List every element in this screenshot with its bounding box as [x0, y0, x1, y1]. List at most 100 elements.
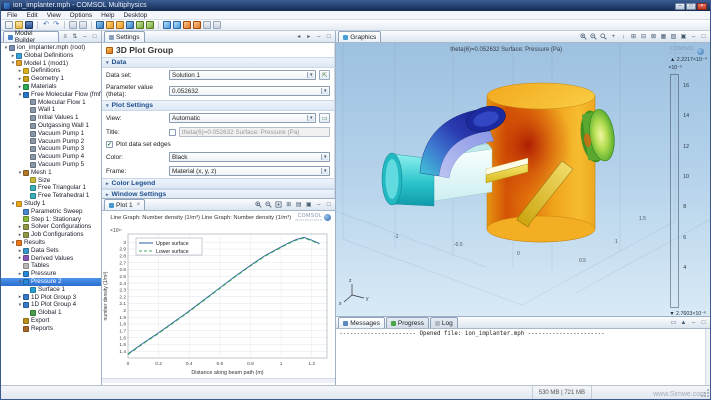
tree-node-ion-implanter-mph-root[interactable]: ▾ion_implanter.mph (root): [1, 44, 101, 52]
tree-node-vacuum-pump-5[interactable]: Vacuum Pump 5: [1, 161, 101, 169]
gfx-zoom-out-button[interactable]: [589, 32, 598, 41]
plot-zoom-in-button[interactable]: [254, 200, 263, 209]
plot-hscrollbar[interactable]: [102, 378, 335, 383]
tree-node-global-definitions[interactable]: ▸Global Definitions: [1, 52, 101, 60]
view-select[interactable]: Automatic ▾: [169, 113, 316, 123]
tree-node-outgassing-wall-1[interactable]: Outgassing Wall 1: [1, 122, 101, 130]
gfx-scene-light-button[interactable]: ▦: [659, 32, 668, 41]
tree-node-pressure[interactable]: ▸Pressure: [1, 270, 101, 278]
redo-icon[interactable]: ↷: [52, 21, 60, 29]
menu-options[interactable]: Options: [70, 11, 92, 20]
tree-node-1d-plot-group-3[interactable]: ▸1D Plot Group 3: [1, 294, 101, 302]
msg-clear-icon[interactable]: ▭: [669, 318, 678, 327]
tree-node-surface-1[interactable]: Surface 1: [1, 286, 101, 294]
model-builder-tab[interactable]: Model Builder: [3, 31, 59, 42]
tree-node-free-triangular-1[interactable]: Free Triangular 1: [1, 184, 101, 192]
tree-node-definitions[interactable]: ▸Definitions: [1, 67, 101, 75]
settings-forward-icon[interactable]: ▸: [304, 32, 313, 41]
section-window-settings[interactable]: ▸ Window Settings: [102, 189, 334, 198]
goto-source-button[interactable]: ⇱: [319, 70, 330, 80]
study-icon[interactable]: [173, 21, 181, 29]
gfx-zoom-box-button[interactable]: +: [609, 32, 618, 41]
open-file-icon[interactable]: [15, 21, 23, 29]
edges-checkbox[interactable]: [106, 141, 113, 148]
tree-node-solver-configurations[interactable]: ▸Solver Configurations: [1, 223, 101, 231]
tree-node-size[interactable]: Size: [1, 177, 101, 185]
color-select[interactable]: Black ▾: [169, 152, 330, 162]
tree-node-export[interactable]: Export: [1, 317, 101, 325]
tree-sort-icon[interactable]: ⇅: [71, 32, 80, 41]
mesh-icon[interactable]: [136, 21, 144, 29]
plot-legend-button[interactable]: ▤: [294, 200, 303, 209]
panel-minimize-icon[interactable]: –: [80, 32, 89, 41]
tab-progress[interactable]: Progress: [386, 317, 429, 328]
geometry-icon[interactable]: [106, 21, 114, 29]
tree-node-parametric-sweep[interactable]: Parametric Sweep: [1, 208, 101, 216]
tree-node-free-tetrahedral-1[interactable]: Free Tetrahedral 1: [1, 192, 101, 200]
frame-select[interactable]: Material (x, y, z) ▾: [169, 166, 330, 176]
tree-node-tables[interactable]: Tables: [1, 262, 101, 270]
tab-log[interactable]: Log: [430, 317, 458, 328]
gfx-view-yz-button[interactable]: ⊟: [639, 32, 648, 41]
gfx-snapshot-button[interactable]: ▣: [679, 32, 688, 41]
results-icon[interactable]: [183, 21, 191, 29]
graphics-scene[interactable]: -1-0.500.511.5 zyx theta(6)=0.052632 Sur…: [336, 43, 710, 316]
plot-zoom-extents-button[interactable]: [274, 200, 283, 209]
msg-warning-icon[interactable]: ▲: [679, 318, 688, 327]
settings-minimize-icon[interactable]: –: [314, 32, 323, 41]
tree-node-free-molecular-flow-fmf[interactable]: ▾Free Molecular Flow (fmf): [1, 91, 101, 99]
physics-icon[interactable]: [126, 21, 134, 29]
plot-maximize-icon[interactable]: □: [324, 200, 333, 209]
plot-minimize-icon[interactable]: –: [314, 200, 323, 209]
maximize-window-button[interactable]: □: [686, 3, 696, 10]
panel-maximize-icon[interactable]: □: [90, 32, 99, 41]
tree-node-data-sets[interactable]: ▸Data Sets: [1, 247, 101, 255]
material-icon[interactable]: [116, 21, 124, 29]
plot1-tab[interactable]: Plot 1 ×: [104, 199, 145, 210]
settings-tab[interactable]: Settings: [104, 31, 145, 42]
tree-node-geometry-1[interactable]: ▸Geometry 1: [1, 75, 101, 83]
menu-file[interactable]: File: [7, 11, 17, 20]
tree-collapse-icon[interactable]: ≡: [61, 32, 70, 41]
gfx-view-xy-button[interactable]: ⊞: [629, 32, 638, 41]
tree-node-vacuum-pump-2[interactable]: Vacuum Pump 2: [1, 138, 101, 146]
options-icon[interactable]: [203, 21, 211, 29]
tree-node-study-1[interactable]: ▾Study 1: [1, 200, 101, 208]
parameter-value-select[interactable]: 0.052632 ▾: [169, 86, 330, 96]
gfx-maximize-icon[interactable]: □: [699, 32, 708, 41]
tree-node-vacuum-pump-1[interactable]: Vacuum Pump 1: [1, 130, 101, 138]
tree-node-step-1-stationary[interactable]: Step 1: Stationary: [1, 216, 101, 224]
tree-node-1d-plot-group-4[interactable]: ▾1D Plot Group 4: [1, 301, 101, 309]
tree-node-molecular-flow-1[interactable]: Molecular Flow 1: [1, 99, 101, 107]
menu-desktop[interactable]: Desktop: [123, 11, 147, 20]
section-data[interactable]: ▾ Data: [102, 57, 334, 68]
undo-icon[interactable]: ↶: [42, 21, 50, 29]
view-lock-button[interactable]: ▭: [319, 113, 330, 123]
model-wizard-icon[interactable]: [96, 21, 104, 29]
close-plot-tab-icon[interactable]: ×: [137, 202, 141, 208]
messages-scrollbar[interactable]: [705, 329, 710, 385]
plot-zoom-out-button[interactable]: [264, 200, 273, 209]
title-checkbox[interactable]: [169, 129, 176, 136]
msg-maximize-icon[interactable]: □: [699, 318, 708, 327]
gfx-zoom-extents-button[interactable]: [599, 32, 608, 41]
close-window-button[interactable]: ×: [697, 3, 707, 10]
plot-image-export-button[interactable]: ▣: [304, 200, 313, 209]
tab-messages[interactable]: Messages: [338, 317, 385, 328]
tree-node-mesh-1[interactable]: ▾Mesh 1: [1, 169, 101, 177]
dataset-select[interactable]: Solution 1 ▾: [169, 70, 316, 80]
settings-back-icon[interactable]: ◂: [294, 32, 303, 41]
save-icon[interactable]: [25, 21, 33, 29]
new-file-icon[interactable]: [5, 21, 13, 29]
gfx-transparency-button[interactable]: ▨: [669, 32, 678, 41]
menu-edit[interactable]: Edit: [26, 11, 37, 20]
tree-node-job-configurations[interactable]: ▸Job Configurations: [1, 231, 101, 239]
menu-help[interactable]: Help: [101, 11, 114, 20]
compute-icon[interactable]: [163, 21, 171, 29]
tree-node-derived-values[interactable]: ▸Derived Values: [1, 255, 101, 263]
tree-node-pressure-2[interactable]: ▾Pressure 2: [1, 278, 101, 286]
graphics-tab[interactable]: Graphics: [338, 31, 381, 42]
gfx-go-to-view-button[interactable]: ↓: [619, 32, 628, 41]
settings-maximize-icon[interactable]: □: [324, 32, 333, 41]
tree-node-initial-values-1[interactable]: Initial Values 1: [1, 114, 101, 122]
